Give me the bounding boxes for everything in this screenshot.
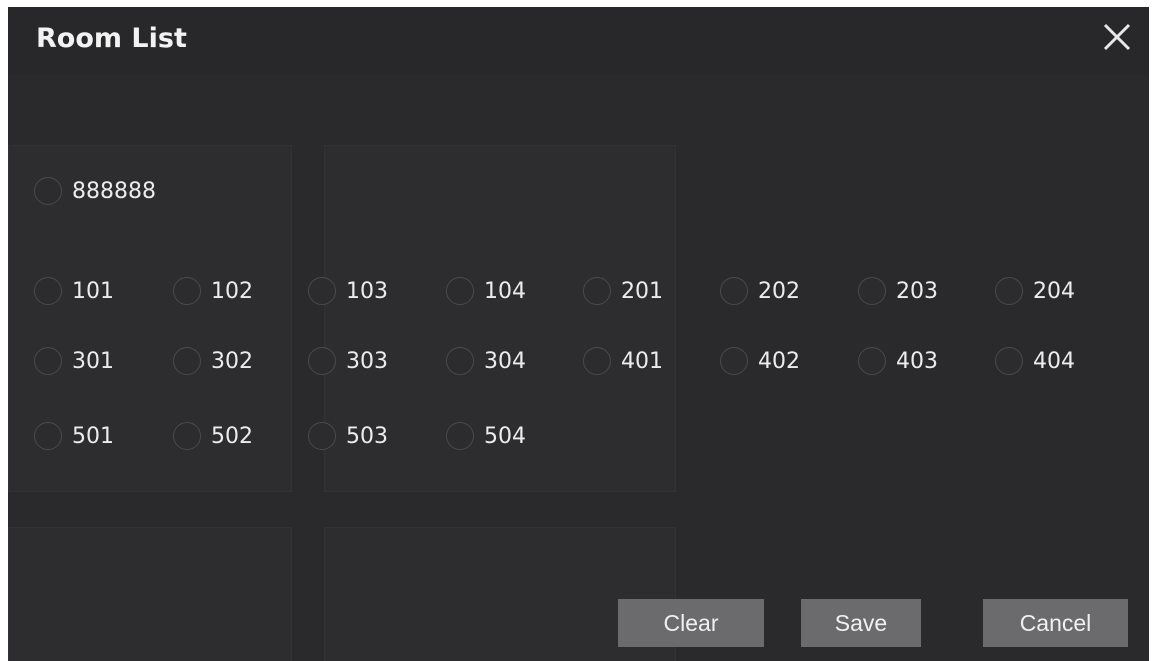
room-label: 302: [211, 348, 253, 374]
room-option-103[interactable]: 103: [308, 277, 388, 305]
room-option-204[interactable]: 204: [995, 277, 1075, 305]
dialog-header: Room List: [8, 7, 1149, 75]
room-label: 303: [346, 348, 388, 374]
room-label: 404: [1033, 348, 1075, 374]
room-list-dialog: Room List 888888 101 102 103 104 201 202: [8, 7, 1149, 661]
radio-button[interactable]: [583, 347, 611, 375]
room-option-202[interactable]: 202: [720, 277, 800, 305]
cancel-button[interactable]: Cancel: [983, 599, 1128, 647]
radio-button[interactable]: [995, 277, 1023, 305]
radio-button[interactable]: [446, 277, 474, 305]
radio-button[interactable]: [308, 277, 336, 305]
radio-button[interactable]: [446, 347, 474, 375]
room-option-104[interactable]: 104: [446, 277, 526, 305]
radio-button[interactable]: [720, 277, 748, 305]
radio-button[interactable]: [583, 277, 611, 305]
radio-button[interactable]: [720, 347, 748, 375]
radio-button[interactable]: [308, 422, 336, 450]
radio-button[interactable]: [173, 347, 201, 375]
room-label: 888888: [72, 178, 156, 204]
save-button[interactable]: Save: [801, 599, 921, 647]
room-label: 102: [211, 278, 253, 304]
radio-button[interactable]: [995, 347, 1023, 375]
room-label: 502: [211, 423, 253, 449]
close-icon: [1103, 23, 1131, 51]
room-label: 104: [484, 278, 526, 304]
room-option-303[interactable]: 303: [308, 347, 388, 375]
room-option-502[interactable]: 502: [173, 422, 253, 450]
close-button[interactable]: [1097, 17, 1137, 57]
room-option-501[interactable]: 501: [34, 422, 114, 450]
radio-button[interactable]: [34, 347, 62, 375]
room-label: 403: [896, 348, 938, 374]
dialog-title: Room List: [36, 23, 187, 54]
radio-button[interactable]: [34, 422, 62, 450]
radio-button[interactable]: [173, 277, 201, 305]
radio-button[interactable]: [446, 422, 474, 450]
radio-button[interactable]: [858, 347, 886, 375]
room-label: 202: [758, 278, 800, 304]
room-label: 301: [72, 348, 114, 374]
room-label: 503: [346, 423, 388, 449]
room-option-402[interactable]: 402: [720, 347, 800, 375]
room-label: 101: [72, 278, 114, 304]
room-label: 203: [896, 278, 938, 304]
room-option-302[interactable]: 302: [173, 347, 253, 375]
room-label: 504: [484, 423, 526, 449]
room-option-301[interactable]: 301: [34, 347, 114, 375]
room-option-101[interactable]: 101: [34, 277, 114, 305]
radio-button[interactable]: [34, 277, 62, 305]
room-label: 401: [621, 348, 663, 374]
room-label: 201: [621, 278, 663, 304]
radio-button[interactable]: [308, 347, 336, 375]
room-option-404[interactable]: 404: [995, 347, 1075, 375]
room-label: 204: [1033, 278, 1075, 304]
radio-button[interactable]: [858, 277, 886, 305]
room-label: 501: [72, 423, 114, 449]
room-option-503[interactable]: 503: [308, 422, 388, 450]
room-option-401[interactable]: 401: [583, 347, 663, 375]
room-option-888888[interactable]: 888888: [34, 177, 156, 205]
room-label: 103: [346, 278, 388, 304]
background-panel: [8, 527, 292, 661]
room-label: 304: [484, 348, 526, 374]
room-option-102[interactable]: 102: [173, 277, 253, 305]
room-option-403[interactable]: 403: [858, 347, 938, 375]
radio-button[interactable]: [34, 177, 62, 205]
room-option-203[interactable]: 203: [858, 277, 938, 305]
room-option-504[interactable]: 504: [446, 422, 526, 450]
room-label: 402: [758, 348, 800, 374]
clear-button[interactable]: Clear: [618, 599, 764, 647]
radio-button[interactable]: [173, 422, 201, 450]
room-option-201[interactable]: 201: [583, 277, 663, 305]
room-option-304[interactable]: 304: [446, 347, 526, 375]
